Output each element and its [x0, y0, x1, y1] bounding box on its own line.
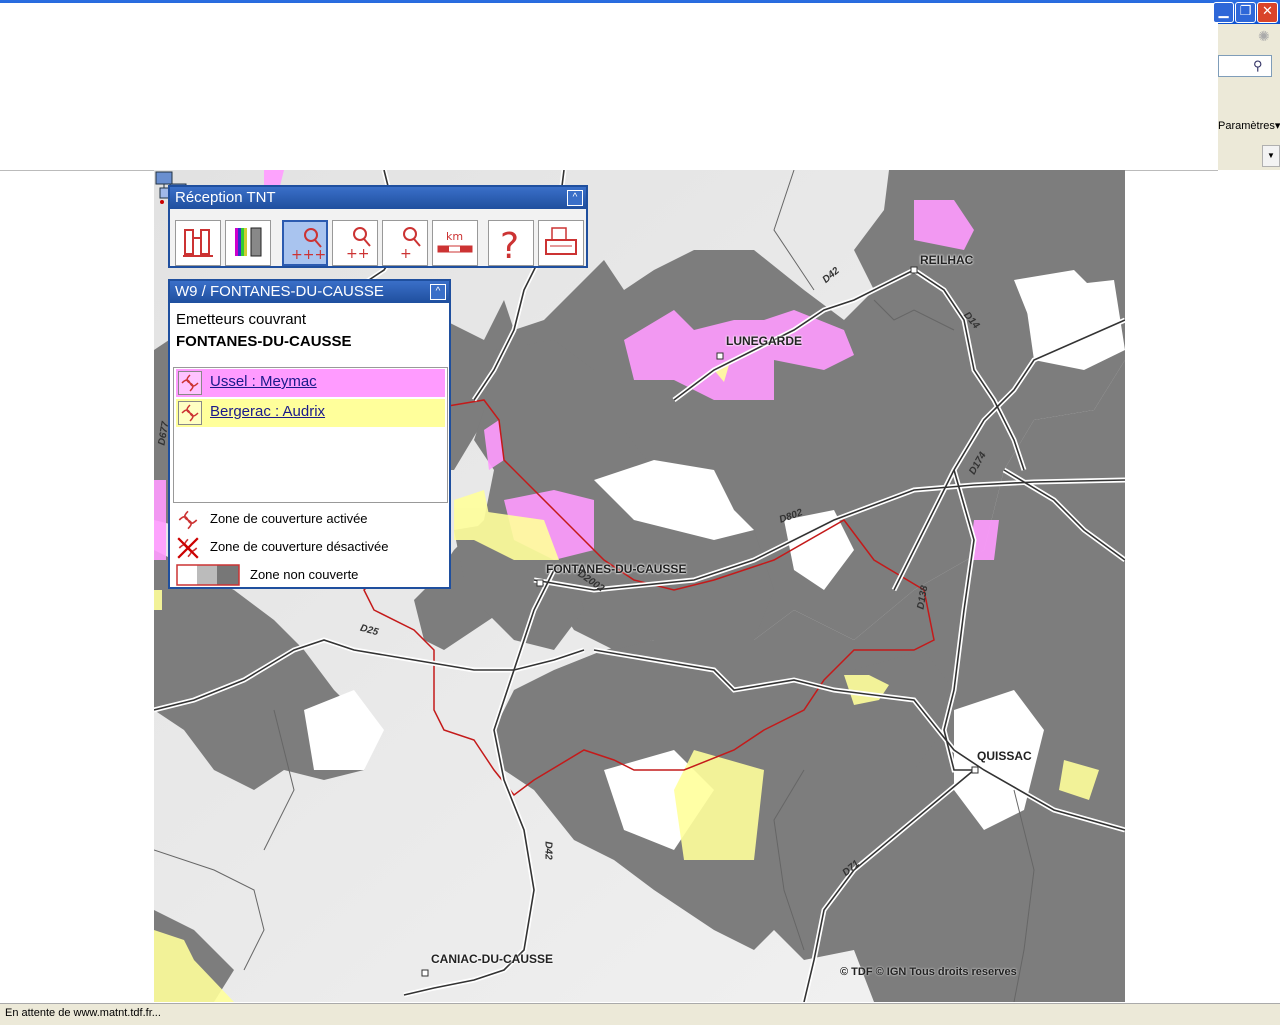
- uncovered-zone-icon: [176, 564, 240, 586]
- panel-title: Réception TNT: [175, 189, 276, 206]
- place-label: CANIAC-DU-CAUSSE: [431, 952, 553, 966]
- emitters-panel: W9 / FONTANES-DU-CAUSSE ^ Emetteurs couv…: [168, 279, 451, 589]
- color-bw-icon: [235, 227, 262, 257]
- panel-title: W9 / FONTANES-DU-CAUSSE: [175, 283, 384, 300]
- legend-row: Zone de couverture activée: [176, 508, 368, 535]
- zoom-min-button[interactable]: +: [382, 220, 428, 266]
- emitters-heading: Emetteurs couvrant: [176, 311, 307, 328]
- legend-label: Zone de couverture désactivée: [210, 539, 389, 554]
- browser-toolbar-area: [0, 24, 1218, 171]
- emitter-link[interactable]: Bergerac : Audrix: [210, 403, 325, 420]
- search-icon[interactable]: ⚲: [1253, 58, 1263, 74]
- list-item[interactable]: Bergerac : Audrix: [176, 399, 445, 427]
- place-label: LUNEGARDE: [726, 334, 803, 348]
- help-button[interactable]: ?: [488, 220, 534, 266]
- zoom-max-icon: +++: [291, 228, 325, 263]
- reception-tnt-panel: Réception TNT ^ +++ ++ + km ?: [168, 185, 588, 268]
- color-mode-button[interactable]: [225, 220, 271, 266]
- binoculars-icon: [183, 229, 213, 257]
- coverage-active-icon[interactable]: [178, 371, 202, 395]
- status-bar: En attente de www.matnt.tdf.fr...: [0, 1003, 1280, 1025]
- scale-label: km: [446, 230, 463, 243]
- road-label: D42: [542, 841, 554, 860]
- window-titlebar: ▁ ❐ ✕: [0, 0, 1280, 24]
- close-button[interactable]: ✕: [1257, 2, 1278, 23]
- coverage-disabled-icon: [177, 537, 199, 559]
- status-text: En attente de www.matnt.tdf.fr...: [5, 1007, 161, 1019]
- print-button[interactable]: [538, 220, 584, 266]
- zoom-min-icon: +: [400, 227, 421, 262]
- parameters-menu[interactable]: Paramètres▾: [1218, 119, 1280, 132]
- search-input[interactable]: ⚲: [1218, 55, 1272, 77]
- zoom-label: ++: [346, 246, 369, 262]
- zoom-label: +++: [291, 247, 325, 263]
- svg-text:?: ?: [500, 226, 519, 262]
- legend-row: Zone de couverture désactivée: [176, 536, 389, 563]
- map-copyright: © TDF © IGN Tous droits reserves: [840, 966, 1017, 978]
- dropdown-arrow-icon[interactable]: ▼: [1262, 145, 1280, 167]
- maximize-button[interactable]: ❐: [1235, 2, 1256, 23]
- loading-spinner-icon: ✺: [1258, 28, 1270, 44]
- place-label: FONTANES-DU-CAUSSE: [546, 562, 687, 576]
- print-icon: [545, 227, 577, 255]
- minimize-button[interactable]: ▁: [1213, 2, 1234, 23]
- collapse-button[interactable]: ^: [567, 190, 583, 206]
- emitters-town: FONTANES-DU-CAUSSE: [176, 333, 352, 350]
- list-item[interactable]: Ussel : Meymac: [176, 369, 445, 397]
- legend-label: Zone de couverture activée: [210, 511, 368, 526]
- place-label: REILHAC: [920, 253, 974, 267]
- panel-header: Réception TNT ^: [170, 187, 586, 209]
- coverage-active-icon: [178, 510, 198, 530]
- legend-label: Zone non couverte: [250, 567, 359, 582]
- browser-toolbar-right: ✺ ⚲ Paramètres▾ ▼: [1218, 24, 1280, 170]
- scale-button[interactable]: km: [432, 220, 478, 266]
- place-label: QUISSAC: [977, 749, 1032, 763]
- binoculars-button[interactable]: [175, 220, 221, 266]
- emitters-list: Ussel : Meymac Bergerac : Audrix: [173, 367, 448, 503]
- legend-row: Zone non couverte: [176, 564, 358, 589]
- coverage-active-icon[interactable]: [178, 401, 202, 425]
- zoom-medium-button[interactable]: ++: [332, 220, 378, 266]
- zoom-label: +: [400, 246, 412, 262]
- zoom-max-button[interactable]: +++: [282, 220, 328, 266]
- scale-icon: km: [437, 230, 473, 253]
- help-icon: ?: [500, 226, 519, 262]
- panel-header: W9 / FONTANES-DU-CAUSSE ^: [170, 281, 449, 303]
- zoom-medium-icon: ++: [346, 227, 371, 262]
- emitter-link[interactable]: Ussel : Meymac: [210, 373, 317, 390]
- collapse-button[interactable]: ^: [430, 284, 446, 300]
